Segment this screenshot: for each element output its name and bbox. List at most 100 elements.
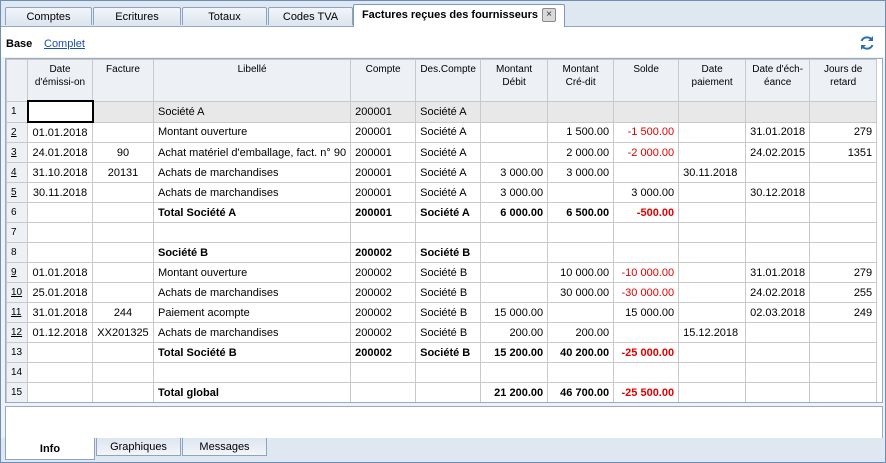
table-cell-libelle[interactable]: Achats de marchandises (152, 322, 352, 343)
table-cell-libelle[interactable]: Montant ouverture (152, 121, 352, 143)
table-cell-debit[interactable]: 3 000.00 (480, 182, 549, 203)
table-cell-credit[interactable]: 46 700.00 (547, 382, 615, 402)
table-cell-compte[interactable]: 200002 (350, 322, 417, 343)
table-cell-compte[interactable]: 200001 (350, 121, 417, 143)
invoice-table-container[interactable]: Date d'émissi-on Facture Libellé Compte … (5, 58, 883, 403)
table-cell-paiement[interactable] (678, 222, 747, 243)
row-number[interactable]: 2 (6, 121, 28, 143)
table-cell-paiement[interactable] (678, 142, 747, 163)
table-cell-paiement[interactable] (678, 262, 747, 283)
table-cell-des[interactable]: Société A (415, 162, 482, 183)
table-cell-facture[interactable]: 90 (92, 142, 154, 163)
table-cell-des[interactable]: Société B (415, 262, 482, 283)
column-header[interactable]: Date paiement (678, 59, 747, 102)
table-cell-compte[interactable]: 200001 (350, 162, 417, 183)
table-cell-date[interactable] (27, 382, 93, 402)
row-number[interactable]: 12 (6, 322, 28, 343)
table-cell-compte[interactable] (350, 382, 417, 402)
table-cell-compte[interactable]: 200002 (350, 242, 417, 263)
table-cell-libelle[interactable] (152, 222, 352, 243)
table-cell-debit[interactable] (480, 121, 549, 143)
table-cell-des[interactable]: Société A (415, 121, 482, 143)
table-cell-facture[interactable] (92, 121, 154, 143)
table-cell-credit[interactable]: 1 500.00 (547, 121, 615, 143)
table-cell-paiement[interactable] (678, 100, 747, 123)
view-base[interactable]: Base (6, 38, 32, 50)
table-cell-debit[interactable] (480, 282, 549, 303)
column-header[interactable]: Montant Cré-dit (547, 59, 615, 102)
table-cell-libelle[interactable]: Société B (152, 242, 352, 263)
table-cell-des[interactable]: Société B (415, 322, 482, 343)
table-cell-solde[interactable]: -500.00 (613, 202, 680, 223)
table-cell-credit[interactable]: 200.00 (547, 322, 615, 343)
table-cell-credit[interactable] (547, 302, 615, 323)
table-cell-credit[interactable]: 3 000.00 (547, 162, 615, 183)
table-cell-echeance[interactable] (745, 382, 811, 402)
table-cell-libelle[interactable]: Total Société B (152, 342, 352, 363)
table-cell-credit[interactable] (547, 242, 615, 263)
table-cell-libelle[interactable]: Paiement acompte (152, 302, 352, 323)
table-cell-credit[interactable]: 2 000.00 (547, 142, 615, 163)
table-cell-debit[interactable] (480, 100, 549, 123)
close-icon[interactable]: × (542, 8, 557, 23)
tab-totaux[interactable]: Totaux (182, 7, 267, 25)
table-row[interactable]: 6 Total Société A 200001 Société A6 000.00 6… (6, 202, 878, 223)
table-cell-compte[interactable]: 200001 (350, 202, 417, 223)
table-cell-jours[interactable]: 279 (809, 262, 878, 283)
table-cell-paiement[interactable] (678, 121, 747, 143)
table-cell-date[interactable] (26, 100, 94, 123)
table-cell-date[interactable] (27, 222, 93, 243)
table-cell-date[interactable]: 01.12.2018 (27, 322, 93, 343)
table-cell-des[interactable]: Société B (415, 302, 482, 323)
table-cell-echeance[interactable]: 30.12.2018 (745, 182, 811, 203)
table-cell-des[interactable] (415, 222, 482, 243)
row-number[interactable]: 11 (6, 302, 28, 323)
table-cell-debit[interactable] (480, 222, 549, 243)
table-cell-jours[interactable] (809, 182, 878, 203)
table-row[interactable]: 5 30.11.2018 Achats de marchandises 200001 S… (6, 182, 878, 203)
table-cell-paiement[interactable] (678, 242, 747, 263)
table-cell-debit[interactable]: 15 200.00 (480, 342, 549, 363)
table-cell-compte[interactable]: 200001 (350, 142, 417, 163)
column-header[interactable]: Des.Compte (415, 59, 482, 102)
table-cell-credit[interactable]: 30 000.00 (547, 282, 615, 303)
table-cell-des[interactable]: Société A (415, 142, 482, 163)
table-cell-debit[interactable]: 200.00 (480, 322, 549, 343)
table-cell-date[interactable] (27, 202, 93, 223)
table-cell-solde[interactable]: -2 000.00 (613, 142, 680, 163)
row-number[interactable]: 7 (6, 222, 28, 243)
tab-graphiques[interactable]: Graphiques (96, 438, 181, 456)
table-cell-date[interactable]: 31.10.2018 (27, 162, 93, 183)
view-complet-link[interactable]: Complet (44, 38, 85, 50)
row-number[interactable]: 8 (6, 242, 28, 263)
table-cell-echeance[interactable] (745, 202, 811, 223)
tab-factures-fournisseurs[interactable]: Factures reçues des fournisseurs × (353, 4, 565, 27)
table-row[interactable]: 7 (6, 222, 878, 243)
column-header[interactable]: Facture (92, 59, 154, 102)
table-cell-jours[interactable]: 255 (809, 282, 878, 303)
table-cell-solde[interactable] (613, 362, 680, 383)
table-cell-jours[interactable] (809, 162, 878, 183)
table-cell-jours[interactable] (809, 342, 878, 363)
table-cell-paiement[interactable]: 15.12.2018 (678, 322, 747, 343)
table-cell-facture[interactable]: 244 (92, 302, 154, 323)
table-cell-jours[interactable]: 279 (809, 121, 878, 143)
table-cell-compte[interactable]: 200002 (350, 342, 417, 363)
column-header[interactable]: Montant Débit (480, 59, 549, 102)
tab-info[interactable]: Info (5, 438, 95, 460)
table-cell-credit[interactable]: 40 200.00 (547, 342, 615, 363)
table-cell-solde[interactable] (613, 162, 680, 183)
table-cell-debit[interactable] (480, 142, 549, 163)
table-cell-paiement[interactable] (678, 202, 747, 223)
table-cell-facture[interactable] (92, 182, 154, 203)
table-cell-paiement[interactable] (678, 362, 747, 383)
row-number[interactable]: 9 (6, 262, 28, 283)
table-cell-solde[interactable] (613, 322, 680, 343)
table-cell-des[interactable] (415, 382, 482, 402)
table-cell-des[interactable]: Société B (415, 242, 482, 263)
table-cell-date[interactable]: 30.11.2018 (27, 182, 93, 203)
table-cell-solde[interactable]: -25 000.00 (613, 342, 680, 363)
table-cell-credit[interactable] (547, 100, 615, 123)
table-cell-solde[interactable]: 15 000.00 (613, 302, 680, 323)
table-cell-compte[interactable]: 200002 (350, 262, 417, 283)
